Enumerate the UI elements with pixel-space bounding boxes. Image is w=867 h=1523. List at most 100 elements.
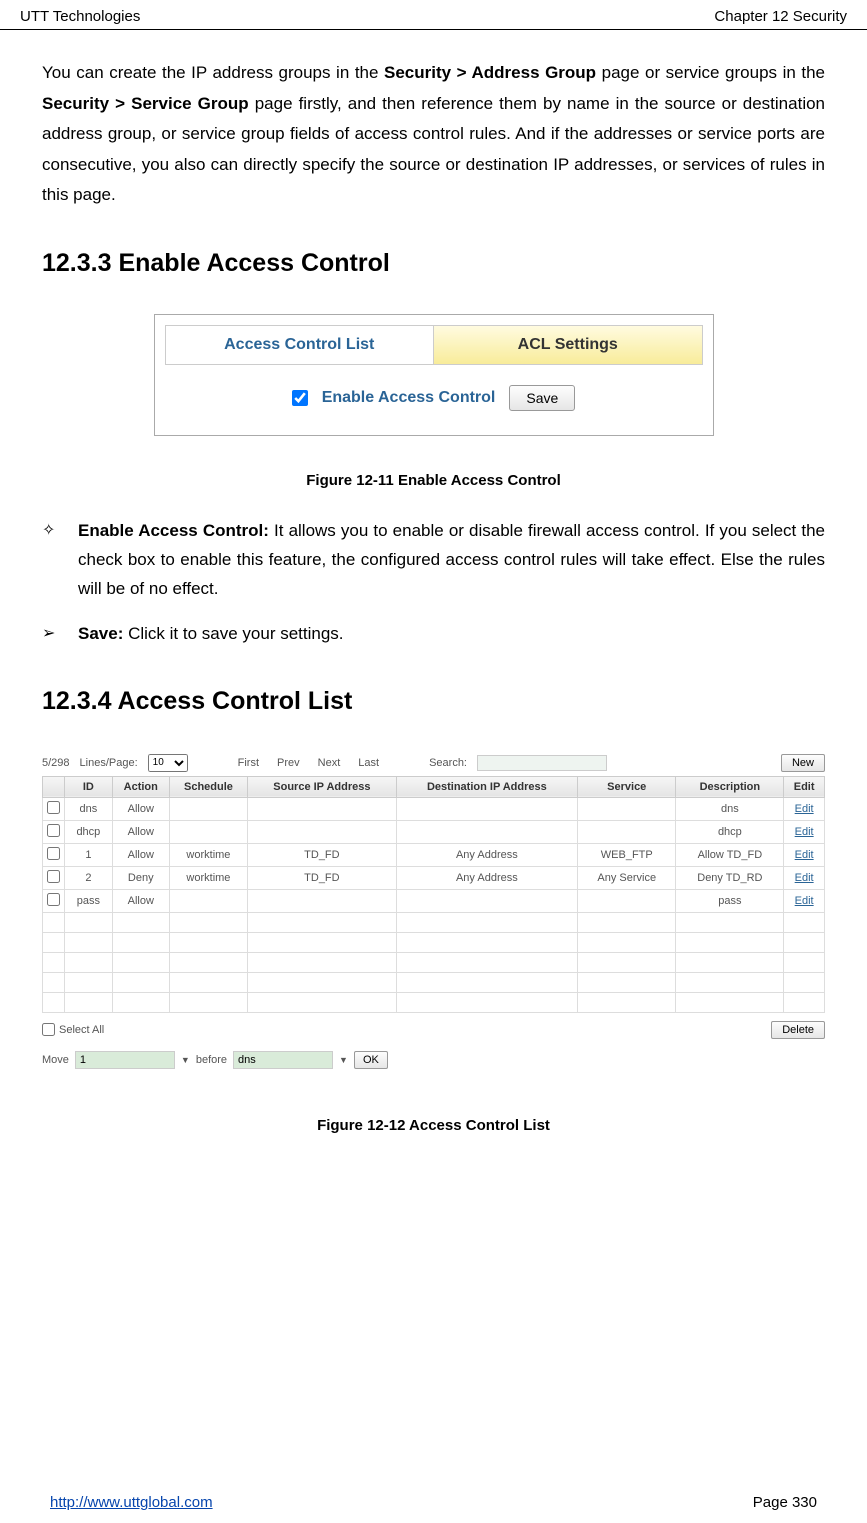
cell-action: Allow <box>112 843 169 866</box>
edit-link[interactable]: Edit <box>795 872 814 884</box>
edit-link[interactable]: Edit <box>795 895 814 907</box>
row-checkbox[interactable] <box>47 870 60 883</box>
cell-desc: Deny TD_RD <box>676 866 784 889</box>
move-target-input[interactable] <box>233 1051 333 1069</box>
dropdown-icon[interactable]: ▼ <box>181 1055 190 1065</box>
cell-schedule: worktime <box>169 843 247 866</box>
ok-button[interactable]: OK <box>354 1051 388 1069</box>
table-header-row: ID Action Schedule Source IP Address Des… <box>43 776 825 797</box>
cell-id: 1 <box>65 843 113 866</box>
section-heading-1234: 12.3.4 Access Control List <box>42 687 825 716</box>
page-content: You can create the IP address groups in … <box>0 30 867 1134</box>
move-source-input[interactable] <box>75 1051 175 1069</box>
acl-settings-panel: Access Control List ACL Settings Enable … <box>154 314 714 436</box>
cell-schedule <box>169 797 247 820</box>
cell-dest: Any Address <box>396 866 577 889</box>
arrow-bullet-icon: ➢ <box>42 620 78 649</box>
cell-id: pass <box>65 889 113 912</box>
intro-paragraph: You can create the IP address groups in … <box>42 58 825 211</box>
cell-dest: Any Address <box>396 843 577 866</box>
para-text: page or service groups in the <box>596 63 825 82</box>
page-header: UTT Technologies Chapter 12 Security <box>0 0 867 30</box>
col-service: Service <box>578 776 676 797</box>
table-row: 2DenyworktimeTD_FDAny AddressAny Service… <box>43 866 825 889</box>
row-checkbox[interactable] <box>47 893 60 906</box>
bullet-body: Click it to save your settings. <box>123 624 343 643</box>
cell-dest <box>396 820 577 843</box>
col-source-ip: Source IP Address <box>248 776 397 797</box>
cell-service <box>578 820 676 843</box>
tab-access-control-list[interactable]: Access Control List <box>166 326 435 364</box>
lines-per-page-select[interactable]: 10 <box>148 754 188 772</box>
search-label: Search: <box>429 757 467 769</box>
footer-url[interactable]: http://www.uttglobal.com <box>50 1494 213 1511</box>
col-schedule: Schedule <box>169 776 247 797</box>
tab-row: Access Control List ACL Settings <box>165 325 703 365</box>
cell-id: 2 <box>65 866 113 889</box>
table-row <box>43 932 825 952</box>
record-count: 5/298 <box>42 757 70 769</box>
edit-link[interactable]: Edit <box>795 826 814 838</box>
cell-service: WEB_FTP <box>578 843 676 866</box>
cell-schedule <box>169 889 247 912</box>
cell-service: Any Service <box>578 866 676 889</box>
save-button[interactable]: Save <box>509 385 575 411</box>
cell-desc: Allow TD_FD <box>676 843 784 866</box>
cell-action: Allow <box>112 797 169 820</box>
table-row: dnsAllowdnsEdit <box>43 797 825 820</box>
cell-desc: dns <box>676 797 784 820</box>
select-all-checkbox[interactable] <box>42 1023 55 1036</box>
acl-bottom-row: Select All Delete <box>42 1013 825 1039</box>
col-description: Description <box>676 776 784 797</box>
table-row <box>43 992 825 1012</box>
row-checkbox[interactable] <box>47 847 60 860</box>
bullet-text: Enable Access Control: It allows you to … <box>78 517 825 604</box>
figure-12-11-caption: Figure 12-11 Enable Access Control <box>42 472 825 489</box>
cell-dest <box>396 889 577 912</box>
row-checkbox[interactable] <box>47 824 60 837</box>
new-button[interactable]: New <box>781 754 825 772</box>
figure-12-11: Access Control List ACL Settings Enable … <box>42 314 825 472</box>
pager-prev[interactable]: Prev <box>277 757 300 769</box>
select-all-label[interactable]: Select All <box>42 1023 104 1036</box>
cell-action: Allow <box>112 820 169 843</box>
figure-12-12: 5/298 Lines/Page: 10 First Prev Next Las… <box>42 752 825 1069</box>
move-label: Move <box>42 1054 69 1066</box>
select-all-text: Select All <box>59 1024 104 1036</box>
search-input[interactable] <box>477 755 607 771</box>
dropdown-icon[interactable]: ▼ <box>339 1055 348 1065</box>
cell-dest <box>396 797 577 820</box>
cell-action: Allow <box>112 889 169 912</box>
table-row <box>43 972 825 992</box>
pager-last[interactable]: Last <box>358 757 379 769</box>
table-row: dhcpAllowdhcpEdit <box>43 820 825 843</box>
figure-12-12-caption: Figure 12-12 Access Control List <box>42 1117 825 1134</box>
move-row: Move ▼ before ▼ OK <box>42 1039 825 1069</box>
enable-access-control-checkbox[interactable] <box>292 390 308 406</box>
cell-source <box>248 889 397 912</box>
table-row <box>43 912 825 932</box>
header-left: UTT Technologies <box>20 8 140 25</box>
pager-next[interactable]: Next <box>318 757 341 769</box>
cell-service <box>578 889 676 912</box>
para-bold: Security > Service Group <box>42 94 249 113</box>
pager-first[interactable]: First <box>238 757 259 769</box>
header-right: Chapter 12 Security <box>714 8 847 25</box>
tab-acl-settings[interactable]: ACL Settings <box>434 326 702 364</box>
row-checkbox[interactable] <box>47 801 60 814</box>
cell-source <box>248 797 397 820</box>
cell-source: TD_FD <box>248 843 397 866</box>
cell-service <box>578 797 676 820</box>
delete-button[interactable]: Delete <box>771 1021 825 1039</box>
col-checkbox <box>43 776 65 797</box>
edit-link[interactable]: Edit <box>795 849 814 861</box>
acl-toolbar: 5/298 Lines/Page: 10 First Prev Next Las… <box>42 752 825 774</box>
cell-source <box>248 820 397 843</box>
edit-link[interactable]: Edit <box>795 803 814 815</box>
enable-access-control-label: Enable Access Control <box>322 389 496 407</box>
enable-row: Enable Access Control Save <box>165 365 703 411</box>
cell-source: TD_FD <box>248 866 397 889</box>
cell-id: dhcp <box>65 820 113 843</box>
cell-action: Deny <box>112 866 169 889</box>
bullet-enable-access-control: ✧ Enable Access Control: It allows you t… <box>42 517 825 604</box>
